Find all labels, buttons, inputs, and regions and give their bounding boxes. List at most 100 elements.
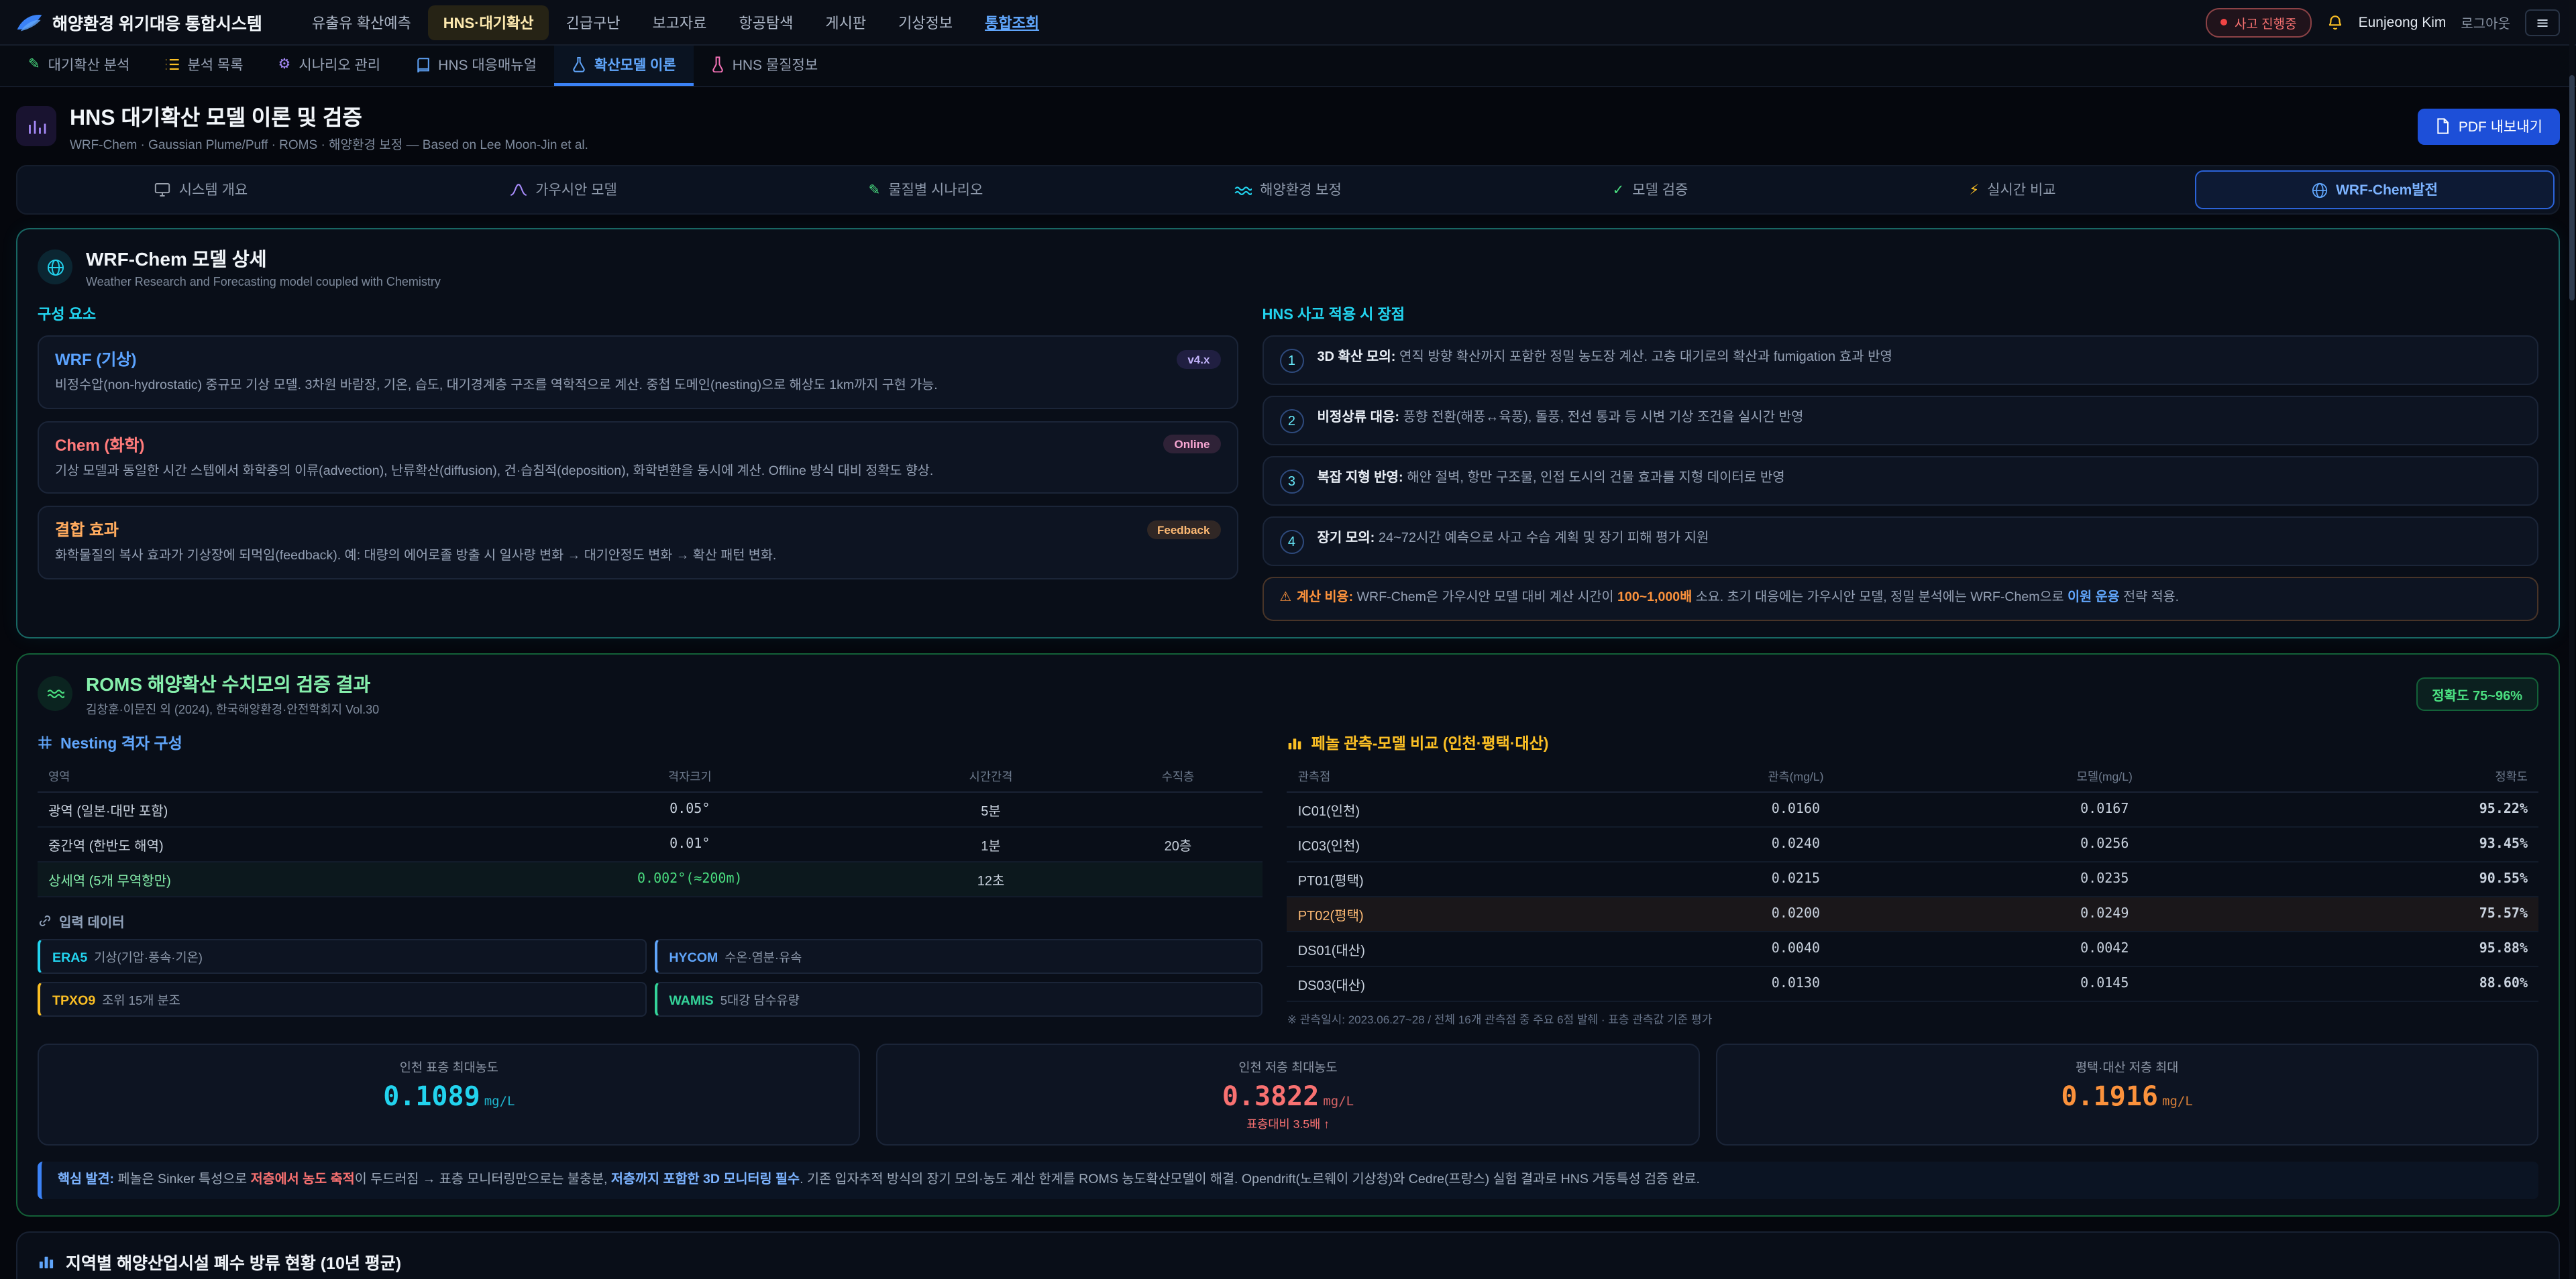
notification-bell-button[interactable]: [2326, 13, 2344, 31]
page-subtitle: WRF-Chem · Gaussian Plume/Puff · ROMS · …: [70, 134, 588, 153]
advantages-heading: HNS 사고 적용 시 장점: [1262, 303, 2538, 325]
stat-value: 0.1089: [383, 1079, 480, 1111]
advantage-title: 장기 모의:: [1317, 531, 1375, 546]
advantage-number: 2: [1279, 409, 1303, 433]
warning-icon: ⚠: [1279, 590, 1291, 605]
nav-item-weather[interactable]: 기상정보: [883, 5, 967, 40]
nav-item-board[interactable]: 게시판: [810, 5, 881, 40]
wave-icon: [38, 676, 72, 711]
subnav-item-analysis-list[interactable]: 분석 목록: [147, 46, 260, 86]
stat-value: 0.1916: [2061, 1079, 2159, 1111]
pdf-export-button[interactable]: PDF 내보내기: [2418, 108, 2560, 144]
pencil-icon: ✎: [28, 56, 40, 72]
tab-wrf-chem[interactable]: WRF-Chem발전: [2195, 170, 2555, 209]
tab-marine-correction[interactable]: 해양환경 보정: [1108, 170, 1468, 209]
table-row: IC01(인천) 0.0160 0.0167 95.22%: [1287, 791, 2538, 826]
advantage-desc: 해안 절벽, 항만 구조물, 인접 도시의 건물 효과를 지형 데이터로 반영: [1407, 471, 1785, 486]
table-row-highlighted: PT02(평택) 0.0200 0.0249 75.57%: [1287, 896, 2538, 931]
scrollbar[interactable]: [2569, 0, 2575, 1279]
document-icon: [2436, 118, 2451, 134]
tab-substance-scenario[interactable]: ✎ 물질별 시나리오: [746, 170, 1106, 209]
check-icon: ✓: [1613, 182, 1625, 198]
comparison-table: 관측점 관측(mg/L) 모델(mg/L) 정확도 IC01(인천) 0.016…: [1287, 763, 2538, 1001]
page-title: HNS 대기확산 모델 이론 및 검증: [70, 99, 588, 131]
advantage-item: 1 3D 확산 모의: 연직 방향 확산까지 포함한 정밀 농도장 계산. 고층…: [1262, 335, 2538, 385]
advantage-item: 2 비정상류 대응: 풍향 전환(해풍↔육풍), 돌풍, 전선 통과 등 시변 …: [1262, 396, 2538, 445]
tab-bar: 시스템 개요 가우시안 모델 ✎ 물질별 시나리오 해양환경 보정 ✓ 모델 검…: [16, 165, 2560, 215]
nav-item-emergency-rescue[interactable]: 긴급구난: [551, 5, 635, 40]
key-finding-callout: 핵심 발견: 페놀은 Sinker 특성으로 저층에서 농도 축적이 두드러짐 …: [38, 1161, 2538, 1199]
advantage-title: 복잡 지형 반영:: [1317, 471, 1403, 486]
nesting-table: 영역 격자크기 시간간격 수직층 광역 (일본·대만 포함) 0.05° 5분: [38, 763, 1263, 897]
subnav-item-atmos-analysis[interactable]: ✎ 대기확산 분석: [11, 46, 147, 86]
advantage-item: 3 복잡 지형 반영: 해안 절벽, 항만 구조물, 인접 도시의 건물 효과를…: [1262, 456, 2538, 506]
component-name: 결합 효과: [55, 518, 119, 541]
subnav-item-scenario-manage[interactable]: ⚙ 시나리오 관리: [261, 46, 398, 86]
component-desc: 비정수압(non-hydrostatic) 중규모 기상 모델. 3차원 바람장…: [55, 377, 1220, 396]
app-logo[interactable]: 해양환경 위기대응 통합시스템: [16, 9, 262, 35]
stat-unit: mg/L: [1323, 1094, 1354, 1109]
table-header-row: 관측점 관측(mg/L) 모델(mg/L) 정확도: [1287, 763, 2538, 791]
flask-icon: [572, 56, 586, 72]
nav-item-integrated-search[interactable]: 통합조회: [970, 5, 1054, 40]
test-tube-icon: [711, 56, 724, 72]
advantage-title: 3D 확산 모의:: [1317, 350, 1395, 365]
components-column: 구성 요소 WRF (기상) v4.x 비정수압(non-hydrostatic…: [38, 303, 1238, 620]
subnav-item-hns-substance[interactable]: HNS 물질정보: [694, 46, 835, 86]
component-desc: 기상 모델과 동일한 시간 스텝에서 화학종의 이류(advection), 난…: [55, 462, 1220, 482]
nav-item-hns-atmospheric[interactable]: HNS·대기확산: [429, 5, 549, 40]
main-menu: 유출유 확산예측 HNS·대기확산 긴급구난 보고자료 항공탐색 게시판 기상정…: [297, 5, 1054, 40]
input-item-era5: ERA5기상(기압·풍속·기온): [38, 938, 646, 973]
tab-realtime-compare[interactable]: ⚡ 실시간 비교: [1833, 170, 2192, 209]
page-header: HNS 대기확산 모델 이론 및 검증 WRF-Chem · Gaussian …: [0, 87, 2576, 162]
tab-model-validation[interactable]: ✓ 모델 검증: [1470, 170, 1830, 209]
pencil-icon: ✎: [869, 182, 881, 198]
component-name: Chem (화학): [55, 433, 145, 455]
subnav-item-hns-manual[interactable]: HNS 대응매뉴얼: [398, 46, 554, 86]
component-badge: v4.x: [1177, 349, 1220, 368]
bell-icon: [2326, 13, 2344, 31]
menu-button[interactable]: ≡: [2525, 9, 2560, 36]
chart-icon: [26, 116, 46, 136]
advantage-number: 1: [1279, 349, 1303, 373]
comparison-note: ※ 관측일시: 2023.06.27~28 / 전체 16개 관측점 중 주요 …: [1287, 1011, 2538, 1027]
table-row: PT01(평택) 0.0215 0.0235 90.55%: [1287, 861, 2538, 896]
nav-item-reports[interactable]: 보고자료: [637, 5, 721, 40]
wrf-chem-section: WRF-Chem 모델 상세 Weather Research and Fore…: [16, 228, 2560, 638]
input-item-hycom: HYCOM수온·염분·유속: [654, 938, 1263, 973]
bar-chart-icon: [1287, 734, 1303, 750]
nesting-column: Nesting 격자 구성 영역 격자크기 시간간격 수직층 광역 (일본·대만…: [38, 732, 1263, 1027]
tab-gaussian-model[interactable]: 가우시안 모델: [384, 170, 743, 209]
section-subtitle: Weather Research and Forecasting model c…: [86, 275, 441, 288]
component-card-coupling: 결합 효과 Feedback 화학물질의 복사 효과가 기상장에 되먹임(fee…: [38, 506, 1238, 579]
advantage-number: 3: [1279, 469, 1303, 494]
table-header-row: 영역 격자크기 시간간격 수직층: [38, 763, 1263, 791]
grid-icon: [38, 735, 52, 750]
table-row: DS01(대산) 0.0040 0.0042 95.88%: [1287, 931, 2538, 966]
table-row-highlighted: 상세역 (5개 무역항만) 0.002°(≈200m) 12초: [38, 861, 1263, 896]
sub-navbar: ✎ 대기확산 분석 분석 목록 ⚙ 시나리오 관리 HNS 대응매뉴얼 확산모델…: [0, 46, 2576, 87]
section-title: ROMS 해양확산 수치모의 검증 결과: [86, 670, 379, 697]
advantage-title: 비정상류 대응:: [1317, 410, 1399, 425]
scrollbar-thumb[interactable]: [2569, 75, 2575, 300]
table-row: IC03(인천) 0.0240 0.0256 93.45%: [1287, 826, 2538, 861]
component-desc: 화학물질의 복사 효과가 기상장에 되먹임(feedback). 예: 대량의 …: [55, 548, 1220, 567]
nav-item-aerial-search[interactable]: 항공탐색: [724, 5, 808, 40]
table-row: DS03(대산) 0.0130 0.0145 88.60%: [1287, 966, 2538, 1001]
subnav-item-model-theory[interactable]: 확산모델 이론: [554, 46, 694, 86]
tab-system-overview[interactable]: 시스템 개요: [21, 170, 381, 209]
stat-unit: mg/L: [484, 1094, 515, 1109]
stat-card-pt-ds-max: 평택·대산 저층 최대 0.1916mg/L: [1715, 1043, 2538, 1145]
top-navbar: 해양환경 위기대응 통합시스템 유출유 확산예측 HNS·대기확산 긴급구난 보…: [0, 0, 2576, 46]
page-icon: [16, 106, 56, 146]
logout-button[interactable]: 로그아웃: [2461, 12, 2510, 32]
lightning-icon: ⚡: [1969, 182, 1979, 198]
nesting-heading: Nesting 격자 구성: [38, 732, 1263, 753]
stat-unit: mg/L: [2162, 1094, 2193, 1109]
nav-item-oil-spill[interactable]: 유출유 확산예측: [297, 5, 426, 40]
components-heading: 구성 요소: [38, 303, 1238, 325]
stat-card-bottom-max: 인천 저층 최대농도 0.3822mg/L 표층대비 3.5배 ↑: [877, 1043, 1700, 1145]
globe-icon: [38, 249, 72, 284]
advantages-column: HNS 사고 적용 시 장점 1 3D 확산 모의: 연직 방향 확산까지 포함…: [1262, 303, 2538, 620]
input-item-wamis: WAMIS5대강 담수유량: [654, 981, 1263, 1016]
